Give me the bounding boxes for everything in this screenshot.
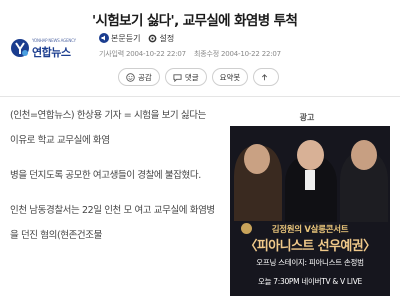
summary-label: 요약봇 (219, 72, 241, 82)
yonhap-logo[interactable]: YONHAP NEWS AGENCY 연합뉴스 (10, 34, 76, 64)
ad-series-title: 김정원의 V살롱콘서트 (271, 225, 349, 235)
ad-opening-stage: 오프닝 스테이지: 피아니스트 손정범 (256, 258, 364, 267)
performer-face-center (297, 140, 324, 170)
more-button[interactable] (253, 68, 280, 86)
performer-shirt-center (305, 170, 315, 190)
article-title: '시험보기 싫다', 교무실에 화염병 투척 (92, 13, 298, 29)
article-paragraph-3: 인천 남동경찰서는 22일 인천 모 여고 교무실에 화염병을 던진 혐의(현존… (10, 205, 215, 241)
logo-tagline: YONHAP NEWS AGENCY (32, 38, 76, 43)
gear-icon (149, 34, 157, 42)
article-tools: 본문듣기 설정 (99, 32, 182, 44)
article-meta: 기사입력 2004-10-22 22:07 최종수정 2004-10-22 22… (99, 49, 281, 59)
speaker-icon (99, 33, 109, 43)
ad-schedule: 오늘 7:30PM 네이버TV & V LIVE (257, 277, 362, 286)
article-paragraph-2: 병을 던지도록 공모한 여고생들이 경찰에 불잡혔다. (10, 170, 201, 181)
listen-label: 본문듣기 (111, 33, 141, 43)
summary-button[interactable]: 요약봇 (211, 68, 249, 86)
comment-icon (173, 73, 182, 82)
article-body: (인천=연합뉴스) 한상용 기자 = 시험을 보기 싫다는 이유로 학교 교무실… (10, 103, 215, 258)
ad-label: 광고 (299, 113, 315, 122)
ad-main-title: 〈피아니스트 선우예권〉 (244, 239, 377, 254)
settings-button[interactable]: 설정 (148, 33, 174, 44)
article-actions: 공감 댓글 요약봇 (118, 68, 284, 86)
header-divider (0, 96, 400, 97)
more-icon (262, 73, 268, 80)
smile-icon (126, 72, 135, 82)
logo-text: 연합뉴스 (32, 46, 71, 59)
performer-face-right (351, 140, 377, 170)
comment-button[interactable]: 댓글 (164, 68, 207, 86)
settings-label: 설정 (159, 33, 175, 43)
concert-ad-banner[interactable]: 김정원의 V살롱콘서트 〈피아니스트 선우예권〉 오프닝 스테이지: 피아니스트… (230, 126, 390, 296)
performer-face-left (244, 144, 270, 174)
listen-button[interactable]: 본문듣기 (99, 33, 140, 44)
like-label: 공감 (138, 72, 152, 82)
comment-label: 댓글 (184, 72, 199, 82)
article-paragraph-1: (인천=연합뉴스) 한상용 기자 = 시험을 보기 싫다는 이유로 학교 교무실… (10, 110, 206, 146)
yonhap-logo-icon (11, 39, 29, 57)
modified-date: 최종수정 2004-10-22 22:07 (194, 50, 281, 58)
published-date: 기사입력 2004-10-22 22:07 (99, 50, 186, 58)
like-button[interactable]: 공감 (118, 68, 160, 86)
